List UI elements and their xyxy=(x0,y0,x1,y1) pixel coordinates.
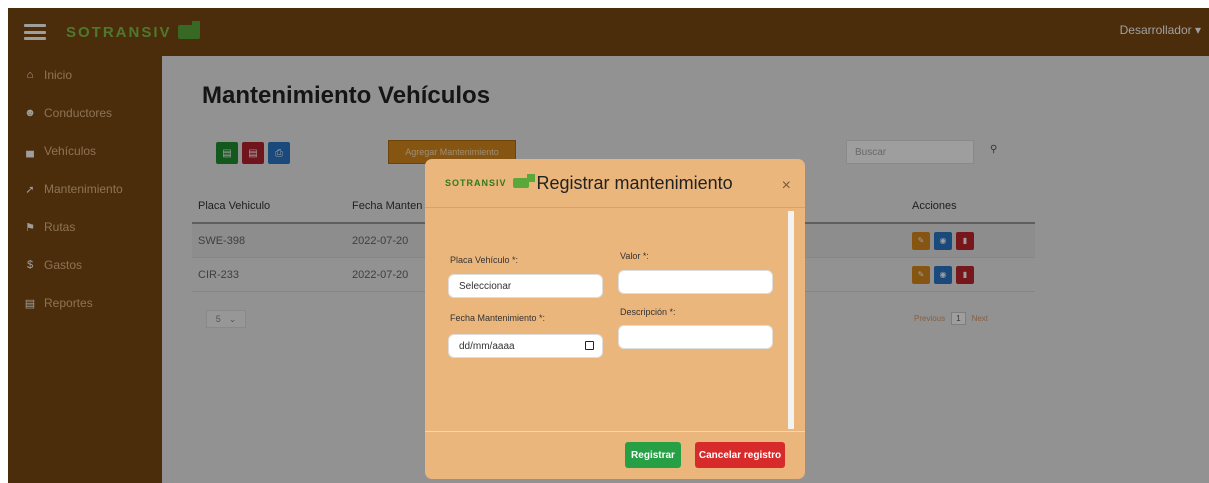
fecha-input[interactable]: dd/mm/aaaa xyxy=(448,334,603,358)
modal-scrollbar[interactable] xyxy=(788,211,794,429)
placa-select[interactable]: Seleccionar xyxy=(448,274,603,298)
modal-header: SOTRANSIV Registrar mantenimiento × xyxy=(425,159,805,208)
valor-label: Valor *: xyxy=(620,251,649,261)
valor-input[interactable] xyxy=(618,270,773,294)
close-icon[interactable]: × xyxy=(782,177,791,195)
register-button[interactable]: Registrar xyxy=(625,442,681,468)
fecha-label: Fecha Mantenimiento *: xyxy=(450,313,546,323)
descripcion-label: Descripción *: xyxy=(620,307,676,317)
calendar-icon[interactable] xyxy=(585,341,594,350)
modal-title: Registrar mantenimiento xyxy=(536,172,733,193)
app-screen: SOTRANSIV Desarrollador ▾ ⌂ Inicio ☻ Condu… xyxy=(8,8,1209,483)
descripcion-input[interactable] xyxy=(618,325,773,349)
modal-body: Placa Vehículo *: Seleccionar Fecha Mant… xyxy=(430,209,800,431)
modal-brand-text: SOTRANSIV xyxy=(445,178,507,188)
register-maintenance-modal: SOTRANSIV Registrar mantenimiento × Plac… xyxy=(425,159,805,479)
fecha-placeholder: dd/mm/aaaa xyxy=(459,340,515,352)
cancel-button[interactable]: Cancelar registro xyxy=(695,442,785,468)
placa-label: Placa Vehículo *: xyxy=(450,255,519,265)
modal-footer: Registrar Cancelar registro xyxy=(425,431,805,479)
modal-brand: SOTRANSIV xyxy=(445,174,535,188)
truck-icon xyxy=(512,174,535,188)
